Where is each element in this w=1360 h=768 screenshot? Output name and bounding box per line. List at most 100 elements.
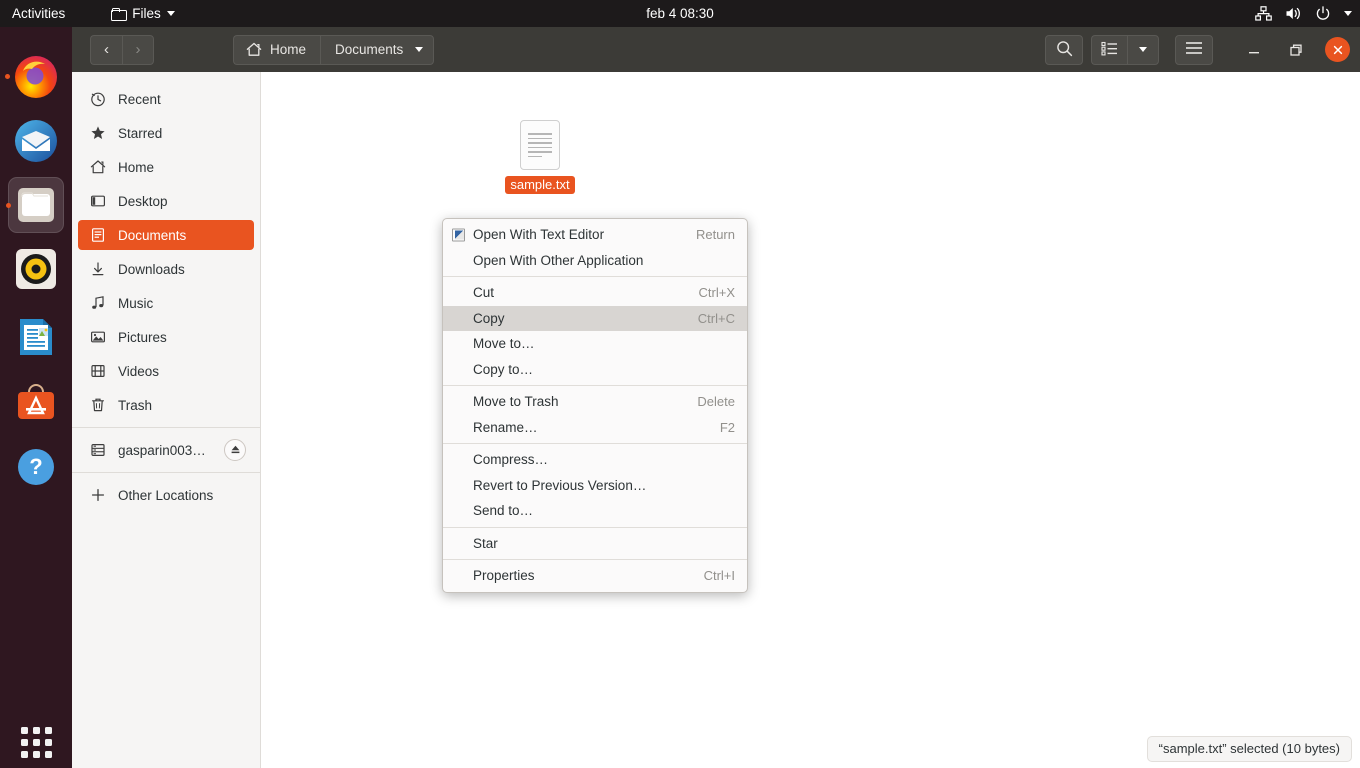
app-menu-label: Files (132, 6, 161, 21)
breadcrumb-documents-label: Documents (335, 42, 404, 57)
app-grid-icon (20, 726, 52, 758)
menu-item-cut[interactable]: Cut Ctrl+X (443, 280, 747, 306)
sidebar-item-label: gasparin003… (118, 442, 206, 458)
sidebar-item-label: Starred (118, 125, 163, 141)
sidebar-item-starred[interactable]: Starred (78, 118, 254, 148)
menu-item-copy-to[interactable]: Copy to… (443, 357, 747, 383)
menu-item-label: Copy to… (473, 361, 534, 377)
sidebar-item-label: Home (118, 159, 155, 175)
menu-item-accel: Ctrl+C (697, 310, 735, 326)
menu-item-copy[interactable]: Copy Ctrl+C (443, 305, 747, 331)
menu-item-label: Compress… (473, 452, 549, 468)
window-body: Recent Starred Home Desktop Documents Do… (72, 72, 1360, 768)
menu-item-accel: Delete (697, 394, 735, 410)
dock-item-libreoffice-writer[interactable] (8, 309, 64, 365)
menu-item-accel: Return (695, 227, 735, 243)
power-icon (1315, 6, 1331, 21)
sidebar-item-documents[interactable]: Documents (78, 220, 254, 250)
running-indicator (6, 203, 11, 208)
menu-item-open-with-other-application[interactable]: Open With Other Application (443, 248, 747, 274)
plus-icon (90, 487, 106, 503)
system-status-area[interactable] (1255, 6, 1352, 21)
sidebar-item-home[interactable]: Home (78, 152, 254, 182)
dock-item-firefox[interactable] (5, 49, 64, 105)
menu-item-revert-to-previous-version[interactable]: Revert to Previous Version… (443, 473, 747, 499)
svg-text:?: ? (29, 454, 42, 479)
libreoffice-writer-icon (20, 319, 52, 355)
main-menu-button[interactable] (1175, 34, 1213, 65)
menu-item-open-with-text-editor[interactable]: Open With Text Editor Return (443, 222, 747, 248)
file-list-area[interactable]: sample.txt “sample.txt” selected (10 byt… (261, 72, 1360, 768)
film-icon (90, 363, 106, 379)
menu-item-label: Send to… (473, 503, 534, 519)
context-menu: Open With Text Editor Return Open With O… (442, 218, 748, 593)
file-name-label: sample.txt (505, 176, 575, 194)
menu-item-rename[interactable]: Rename… F2 (443, 415, 747, 441)
menu-item-move-to[interactable]: Move to… (443, 331, 747, 357)
menu-separator (443, 526, 747, 528)
chevron-left-icon: ‹ (104, 41, 109, 58)
app-menu-button[interactable]: Files (105, 0, 181, 27)
file-item-sample-txt[interactable]: sample.txt (492, 120, 588, 194)
menu-item-label: Move to… (473, 336, 535, 352)
dock-item-ubuntu-software[interactable] (8, 375, 64, 431)
menu-separator (443, 443, 747, 444)
documents-icon (90, 227, 106, 243)
menu-item-properties[interactable]: Properties Ctrl+I (443, 563, 747, 589)
menu-item-label: Move to Trash (473, 394, 559, 410)
sidebar-item-recent[interactable]: Recent (78, 84, 254, 114)
dock-item-help[interactable]: ? (8, 439, 64, 495)
breadcrumb-documents[interactable]: Documents (320, 34, 435, 65)
chevron-down-icon (1139, 47, 1147, 52)
sidebar-item-music[interactable]: Music (78, 288, 254, 318)
close-button[interactable] (1325, 37, 1350, 62)
eject-button[interactable] (224, 439, 246, 461)
menu-item-star[interactable]: Star (443, 531, 747, 557)
sidebar-item-desktop[interactable]: Desktop (78, 186, 254, 216)
minimize-button[interactable] (1241, 37, 1267, 63)
sidebar-item-label: Videos (118, 363, 160, 379)
forward-button[interactable]: › (122, 34, 154, 65)
dock-item-rhythmbox[interactable] (8, 241, 64, 297)
sidebar-item-other-locations[interactable]: Other Locations (78, 480, 254, 510)
back-button[interactable]: ‹ (90, 34, 122, 65)
breadcrumb-home-label: Home (270, 42, 307, 57)
sidebar-item-pictures[interactable]: Pictures (78, 322, 254, 352)
menu-separator (443, 559, 747, 560)
desktop-screen: Activities Files feb 4 08:30 ? ‹ › Home … (0, 0, 1360, 768)
breadcrumb: Home Documents (233, 34, 435, 65)
show-applications-button[interactable] (8, 714, 64, 768)
menu-item-move-to-trash[interactable]: Move to Trash Delete (443, 389, 747, 415)
view-options-button[interactable] (1127, 34, 1159, 65)
menu-item-label: Rename… (473, 419, 538, 435)
sidebar-item-label: Desktop (118, 193, 168, 209)
sidebar-item-downloads[interactable]: Downloads (78, 254, 254, 284)
star-icon (90, 125, 106, 141)
menu-item-compress[interactable]: Compress… (443, 447, 747, 473)
menu-item-send-to[interactable]: Send to… (443, 498, 747, 524)
search-icon (1056, 40, 1073, 60)
dock-item-thunderbird[interactable] (8, 113, 64, 169)
sidebar-divider (72, 472, 260, 473)
running-indicator (5, 74, 10, 79)
help-icon: ? (18, 449, 54, 485)
menu-item-accel: Ctrl+X (698, 285, 735, 301)
dock-item-files[interactable] (6, 177, 64, 233)
files-window: ‹ › Home Documents Recent Starred Home D… (72, 27, 1360, 768)
menu-item-label: Properties (473, 568, 535, 584)
clock[interactable]: feb 4 08:30 (0, 6, 1360, 21)
volume-icon (1285, 6, 1302, 21)
sidebar-item-trash[interactable]: Trash (78, 390, 254, 420)
sidebar-divider (72, 427, 260, 428)
chevron-down-icon (166, 11, 175, 16)
breadcrumb-home[interactable]: Home (233, 34, 321, 65)
list-view-button[interactable] (1091, 34, 1127, 65)
search-button[interactable] (1045, 34, 1083, 65)
sidebar-item-videos[interactable]: Videos (78, 356, 254, 386)
navigation-buttons: ‹ › (90, 34, 154, 65)
rhythmbox-icon (16, 249, 56, 289)
chevron-down-icon (1344, 11, 1352, 16)
sidebar-item-drive[interactable]: gasparin003… (78, 435, 254, 465)
activities-button[interactable]: Activities (0, 0, 75, 27)
maximize-button[interactable] (1283, 37, 1309, 63)
